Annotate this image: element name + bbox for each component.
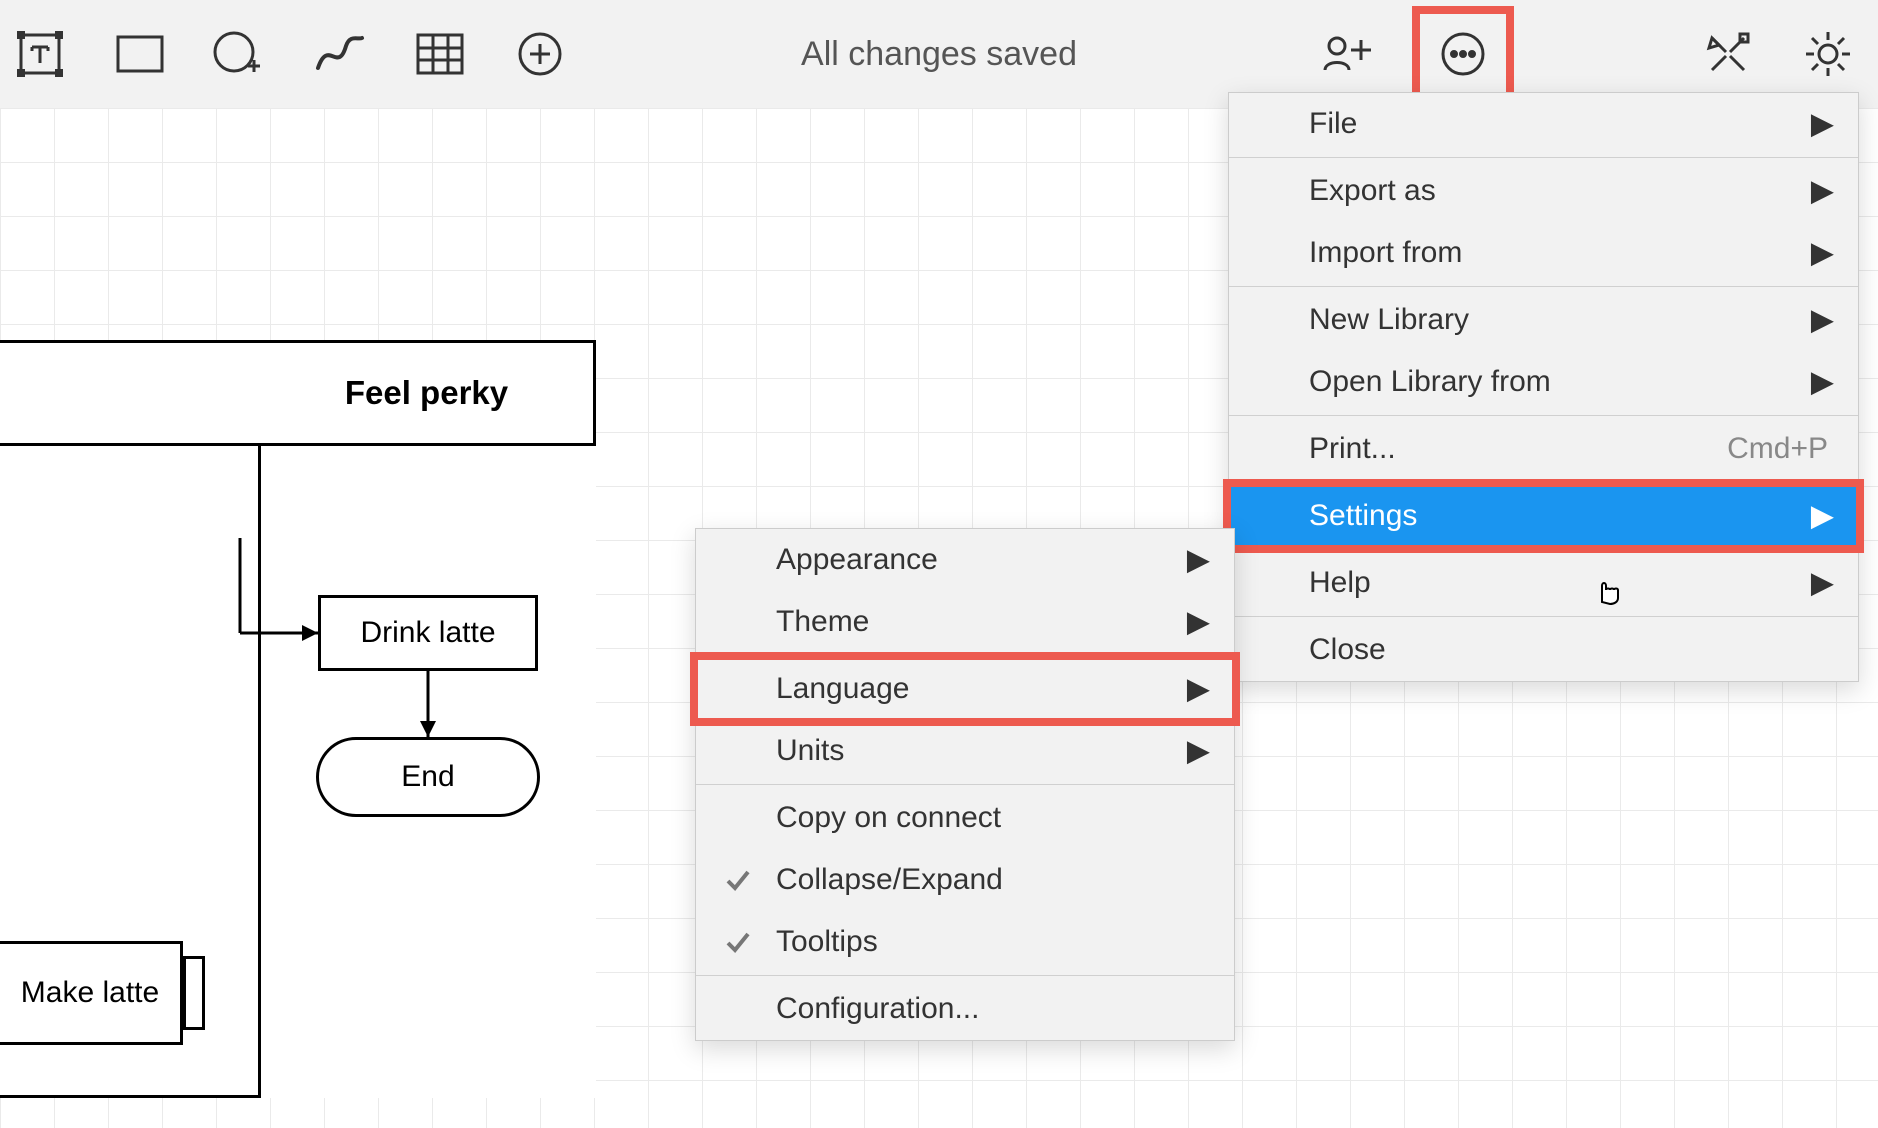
submenu-arrow-icon: ▶ (1811, 107, 1834, 142)
menu-label: Close (1309, 633, 1386, 667)
node-label: End (401, 760, 454, 794)
submenu-arrow-icon: ▶ (1811, 566, 1834, 601)
menu-label: Appearance (776, 543, 938, 577)
menu-label: Help (1309, 566, 1371, 600)
menu-separator (696, 975, 1234, 976)
lane-header-label: Feel perky (345, 374, 508, 412)
table-tool-icon[interactable] (410, 24, 470, 84)
menu-separator (1229, 549, 1858, 550)
menu-separator (1229, 157, 1858, 158)
menu-separator (696, 784, 1234, 785)
menu-label: Collapse/Expand (776, 863, 1003, 897)
menu-help[interactable]: Help ▶ (1229, 552, 1858, 614)
submenu-theme[interactable]: Theme ▶ (696, 591, 1234, 653)
check-icon (724, 928, 752, 956)
freehand-tool-icon[interactable] (310, 24, 370, 84)
menu-label: Theme (776, 605, 869, 639)
submenu-configuration[interactable]: Configuration... (696, 978, 1234, 1040)
submenu-arrow-icon: ▶ (1187, 605, 1210, 640)
toolbar-left (0, 24, 570, 84)
submenu-appearance[interactable]: Appearance ▶ (696, 529, 1234, 591)
toolbar-right (1318, 12, 1858, 96)
check-icon (724, 866, 752, 894)
menu-label: New Library (1309, 303, 1469, 337)
status-text: All changes saved (801, 35, 1077, 74)
menu-label: File (1309, 107, 1357, 141)
menu-separator (696, 655, 1234, 656)
submenu-arrow-icon: ▶ (1811, 303, 1834, 338)
brightness-icon[interactable] (1798, 24, 1858, 84)
main-menu: File ▶ Export as ▶ Import from ▶ New Lib… (1228, 92, 1859, 682)
submenu-copy-on-connect[interactable]: Copy on connect (696, 787, 1234, 849)
menu-separator (1229, 482, 1858, 483)
menu-label: Language (776, 672, 909, 706)
menu-label: Configuration... (776, 992, 979, 1026)
menu-label: Copy on connect (776, 801, 1001, 835)
menu-open-library-from[interactable]: Open Library from ▶ (1229, 351, 1858, 413)
menu-print[interactable]: Print... Cmd+P (1229, 418, 1858, 480)
menu-file[interactable]: File ▶ (1229, 93, 1858, 155)
submenu-arrow-icon: ▶ (1811, 174, 1834, 209)
settings-submenu: Appearance ▶ Theme ▶ Language ▶ Units ▶ … (695, 528, 1235, 1041)
menu-label: Tooltips (776, 925, 878, 959)
submenu-arrow-icon: ▶ (1811, 365, 1834, 400)
more-menu-button[interactable] (1418, 12, 1508, 96)
menu-label: Open Library from (1309, 365, 1551, 399)
menu-close[interactable]: Close (1229, 619, 1858, 681)
node-make-latte[interactable]: Make latte (0, 941, 183, 1045)
ellipse-tool-icon[interactable] (210, 24, 270, 84)
menu-label: Import from (1309, 236, 1462, 270)
menu-shortcut: Cmd+P (1727, 432, 1828, 466)
rectangle-tool-icon[interactable] (110, 24, 170, 84)
menu-label: Settings (1309, 499, 1417, 533)
text-tool-icon[interactable] (10, 24, 70, 84)
submenu-arrow-icon: ▶ (1811, 499, 1834, 534)
node-label: Drink latte (360, 616, 495, 650)
node-make-latte-edge (183, 956, 205, 1030)
submenu-collapse-expand[interactable]: Collapse/Expand (696, 849, 1234, 911)
submenu-arrow-icon: ▶ (1811, 236, 1834, 271)
share-icon[interactable] (1318, 24, 1378, 84)
menu-new-library[interactable]: New Library ▶ (1229, 289, 1858, 351)
submenu-tooltips[interactable]: Tooltips (696, 911, 1234, 973)
submenu-arrow-icon: ▶ (1187, 543, 1210, 578)
menu-settings[interactable]: Settings ▶ (1229, 485, 1858, 547)
submenu-units[interactable]: Units ▶ (696, 720, 1234, 782)
submenu-language[interactable]: Language ▶ (696, 658, 1234, 720)
add-tool-icon[interactable] (510, 24, 570, 84)
submenu-arrow-icon: ▶ (1187, 734, 1210, 769)
menu-separator (1229, 616, 1858, 617)
node-drink-latte[interactable]: Drink latte (318, 595, 538, 671)
lane-header[interactable]: Feel perky (0, 340, 596, 446)
design-tool-icon[interactable] (1698, 24, 1758, 84)
node-end[interactable]: End (316, 737, 540, 817)
menu-export-as[interactable]: Export as ▶ (1229, 160, 1858, 222)
menu-label: Export as (1309, 174, 1436, 208)
menu-separator (1229, 286, 1858, 287)
menu-separator (1229, 415, 1858, 416)
node-label: Make latte (21, 975, 159, 1011)
menu-import-from[interactable]: Import from ▶ (1229, 222, 1858, 284)
menu-label: Print... (1309, 432, 1396, 466)
menu-label: Units (776, 734, 844, 768)
submenu-arrow-icon: ▶ (1187, 672, 1210, 707)
